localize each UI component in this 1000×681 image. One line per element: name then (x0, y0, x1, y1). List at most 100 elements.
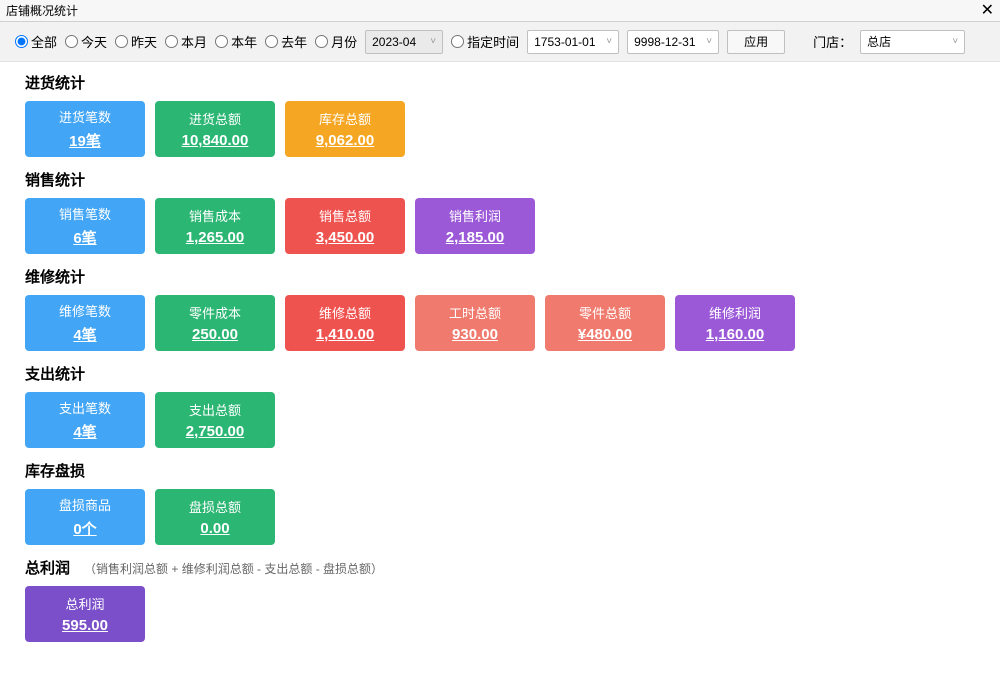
card-inventory-total[interactable]: 库存总额 9,062.00 (285, 101, 405, 157)
radio-all-label: 全部 (31, 32, 57, 51)
chevron-down-icon: ˅ (606, 36, 612, 47)
content-area: 进货统计 进货笔数19笔 进货总额10,840.00 库存总额9,062.00 … (0, 62, 1000, 664)
date-to-input[interactable]: 9998-12-31 ˅ (627, 30, 719, 54)
card-sales-total[interactable]: 销售总额 3,450.00 (285, 198, 405, 254)
window-title: 店铺概况统计 (6, 2, 78, 19)
date-from-value: 1753-01-01 (534, 35, 595, 49)
card-repair-total[interactable]: 维修总额1,410.00 (285, 295, 405, 351)
section-expense-title: 支出统计 (25, 363, 975, 384)
profit-cards: 总利润 595.00 (25, 586, 975, 642)
month-picker-value: 2023-04 (372, 35, 416, 49)
radio-by-month-label: 月份 (331, 32, 357, 51)
radio-this-year[interactable]: 本年 (215, 32, 257, 51)
card-label: 进货笔数 (59, 107, 111, 126)
radio-last-year[interactable]: 去年 (265, 32, 307, 51)
radio-all[interactable]: 全部 (15, 32, 57, 51)
card-label: 支出笔数 (59, 398, 111, 417)
card-expense-count[interactable]: 支出笔数 4笔 (25, 392, 145, 448)
section-repair: 维修统计 维修笔数 4笔 零件成本 250.00 维修总额1,410.00 工时总额… (25, 266, 975, 351)
card-label: 维修利润 (709, 303, 761, 322)
radio-custom-label: 指定时间 (467, 32, 519, 51)
card-value: 2,750.00 (186, 423, 244, 440)
card-value: 19笔 (69, 130, 101, 151)
radio-by-month[interactable]: 月份 (315, 32, 357, 51)
radio-today[interactable]: 今天 (65, 32, 107, 51)
radio-custom[interactable]: 指定时间 (451, 32, 519, 51)
card-label: 盘损商品 (59, 495, 111, 514)
card-label: 销售总额 (319, 206, 371, 225)
card-purchase-count[interactable]: 进货笔数 19笔 (25, 101, 145, 157)
chevron-down-icon: ˅ (430, 36, 436, 47)
card-value: 0.00 (200, 520, 229, 537)
chevron-down-icon: ˅ (952, 36, 958, 47)
section-expense: 支出统计 支出笔数 4笔 支出总额 2,750.00 (25, 363, 975, 448)
card-loss-items[interactable]: 盘损商品 0个 (25, 489, 145, 545)
date-to-value: 9998-12-31 (634, 35, 695, 49)
date-from-input[interactable]: 1753-01-01 ˅ (527, 30, 619, 54)
card-value: 2,185.00 (446, 229, 504, 246)
card-value: 4笔 (73, 421, 96, 442)
card-value: 9,062.00 (316, 132, 374, 149)
card-value: 3,450.00 (316, 229, 374, 246)
section-repair-title: 维修统计 (25, 266, 975, 287)
card-value: 6笔 (73, 227, 96, 248)
card-loss-total[interactable]: 盘损总额 0.00 (155, 489, 275, 545)
purchase-cards: 进货笔数 19笔 进货总额 10,840.00 库存总额 9,062.00 (25, 101, 975, 157)
radio-yesterday-label: 昨天 (131, 32, 157, 51)
store-select[interactable]: 总店 ˅ (860, 30, 965, 54)
chevron-down-icon: ˅ (706, 36, 712, 47)
month-picker[interactable]: 2023-04 ˅ (365, 30, 443, 54)
section-profit-note: （销售利润总额 + 维修利润总额 - 支出总额 - 盘损总额） (84, 560, 383, 577)
card-value: 1,410.00 (316, 326, 374, 343)
card-repair-count[interactable]: 维修笔数 4笔 (25, 295, 145, 351)
filter-toolbar: 全部 今天 昨天 本月 本年 去年 月份 2023-04 ˅ 指定时间 1753… (0, 22, 1000, 62)
card-sales-profit[interactable]: 销售利润2,185.00 (415, 198, 535, 254)
section-loss: 库存盘损 盘损商品 0个 盘损总额 0.00 (25, 460, 975, 545)
section-profit-header: 总利润 （销售利润总额 + 维修利润总额 - 支出总额 - 盘损总额） (25, 557, 975, 578)
card-purchase-total[interactable]: 进货总额 10,840.00 (155, 101, 275, 157)
card-value: 930.00 (452, 326, 498, 343)
apply-button[interactable]: 应用 (727, 30, 785, 54)
card-repair-profit[interactable]: 维修利润 1,160.00 (675, 295, 795, 351)
card-label: 零件总额 (579, 303, 631, 322)
card-total-profit[interactable]: 总利润 595.00 (25, 586, 145, 642)
card-label: 维修笔数 (59, 301, 111, 320)
card-label: 进货总额 (189, 109, 241, 128)
section-profit-title: 总利润 (25, 557, 70, 578)
section-loss-title: 库存盘损 (25, 460, 975, 481)
card-expense-total[interactable]: 支出总额 2,750.00 (155, 392, 275, 448)
card-label: 工时总额 (449, 303, 501, 322)
card-parts-total[interactable]: 零件总额 ¥480.00 (545, 295, 665, 351)
card-label: 盘损总额 (189, 497, 241, 516)
card-labor-total[interactable]: 工时总额 930.00 (415, 295, 535, 351)
card-sales-cost[interactable]: 销售成本1,265.00 (155, 198, 275, 254)
card-sales-count[interactable]: 销售笔数6笔 (25, 198, 145, 254)
card-value: 1,160.00 (706, 326, 764, 343)
store-label: 门店： (813, 32, 852, 51)
section-purchase-title: 进货统计 (25, 72, 975, 93)
radio-this-month-label: 本月 (181, 32, 207, 51)
section-profit: 总利润 （销售利润总额 + 维修利润总额 - 支出总额 - 盘损总额） 总利润 5… (25, 557, 975, 642)
card-parts-cost[interactable]: 零件成本 250.00 (155, 295, 275, 351)
section-sales: 销售统计 销售笔数6笔 销售成本1,265.00 销售总额 3,450.00 销售… (25, 169, 975, 254)
sales-cards: 销售笔数6笔 销售成本1,265.00 销售总额 3,450.00 销售利润2,1… (25, 198, 975, 254)
radio-this-month[interactable]: 本月 (165, 32, 207, 51)
card-label: 总利润 (65, 594, 104, 613)
card-value: ¥480.00 (578, 326, 632, 343)
card-label: 库存总额 (319, 109, 371, 128)
card-label: 销售成本 (189, 206, 241, 225)
card-value: 595.00 (62, 617, 108, 634)
card-value: 250.00 (192, 326, 238, 343)
section-purchase: 进货统计 进货笔数 19笔 进货总额 10,840.00 库存总额 9,062.00 (25, 72, 975, 157)
store-select-value: 总店 (867, 33, 891, 50)
section-sales-title: 销售统计 (25, 169, 975, 190)
card-label: 零件成本 (189, 303, 241, 322)
close-icon[interactable]: ✕ (981, 3, 994, 19)
card-value: 10,840.00 (182, 132, 249, 149)
card-value: 0个 (73, 518, 96, 539)
time-range-radios: 全部 今天 昨天 本月 本年 去年 月份 (15, 32, 357, 51)
titlebar: 店铺概况统计 ✕ (0, 0, 1000, 22)
radio-yesterday[interactable]: 昨天 (115, 32, 157, 51)
card-value: 4笔 (73, 324, 96, 345)
card-label: 支出总额 (189, 400, 241, 419)
